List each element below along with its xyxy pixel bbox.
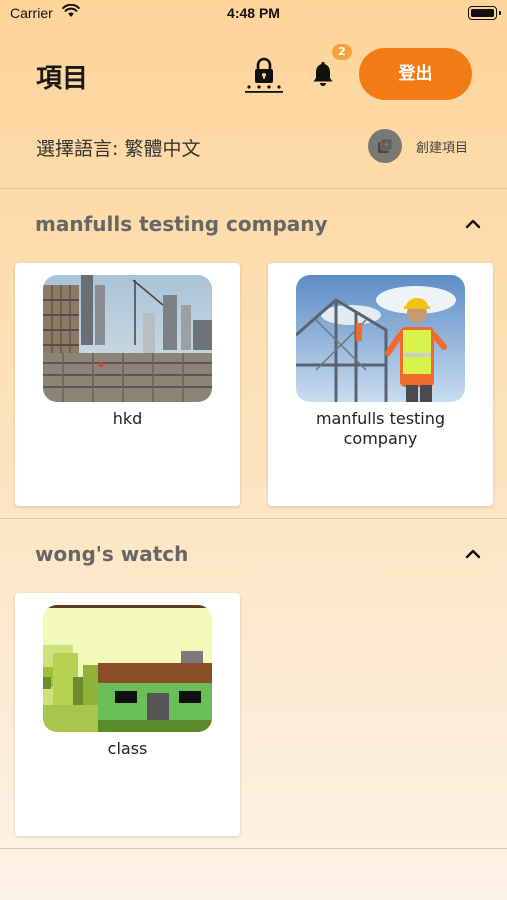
chevron-up-icon[interactable] bbox=[462, 213, 484, 235]
status-bar: Carrier 4:48 PM bbox=[0, 0, 507, 28]
project-card[interactable]: class bbox=[15, 593, 240, 836]
project-name: hkd bbox=[112, 409, 143, 428]
create-project-icon bbox=[368, 129, 402, 163]
section-title: wong's watch bbox=[35, 542, 189, 566]
project-image bbox=[43, 275, 212, 402]
notification-badge: 2 bbox=[332, 44, 352, 60]
language-selector[interactable]: 選擇語言: 繁體中文 bbox=[36, 134, 200, 161]
project-card[interactable]: manfulls testing company bbox=[268, 263, 493, 506]
divider bbox=[0, 848, 507, 849]
lock-button[interactable] bbox=[244, 54, 284, 94]
divider bbox=[0, 188, 507, 189]
create-project-label: 創建項目 bbox=[416, 140, 469, 156]
lock-icon bbox=[245, 57, 283, 93]
page-title: 項目 bbox=[36, 64, 89, 94]
section-title: manfulls testing company bbox=[35, 212, 328, 236]
create-project-button[interactable]: 創建項目 bbox=[368, 128, 468, 164]
logout-button[interactable]: 登出 bbox=[359, 48, 472, 100]
chevron-up-icon[interactable] bbox=[462, 543, 484, 565]
battery-icon bbox=[468, 6, 501, 20]
project-image bbox=[43, 605, 212, 732]
project-card[interactable]: hkd bbox=[15, 263, 240, 506]
notifications-button[interactable] bbox=[310, 60, 336, 90]
divider bbox=[0, 518, 507, 519]
clock: 4:48 PM bbox=[227, 5, 280, 21]
bell-icon bbox=[313, 61, 333, 86]
project-name: manfulls testing company bbox=[315, 409, 446, 448]
project-image bbox=[296, 275, 465, 402]
project-name: class bbox=[107, 739, 148, 758]
